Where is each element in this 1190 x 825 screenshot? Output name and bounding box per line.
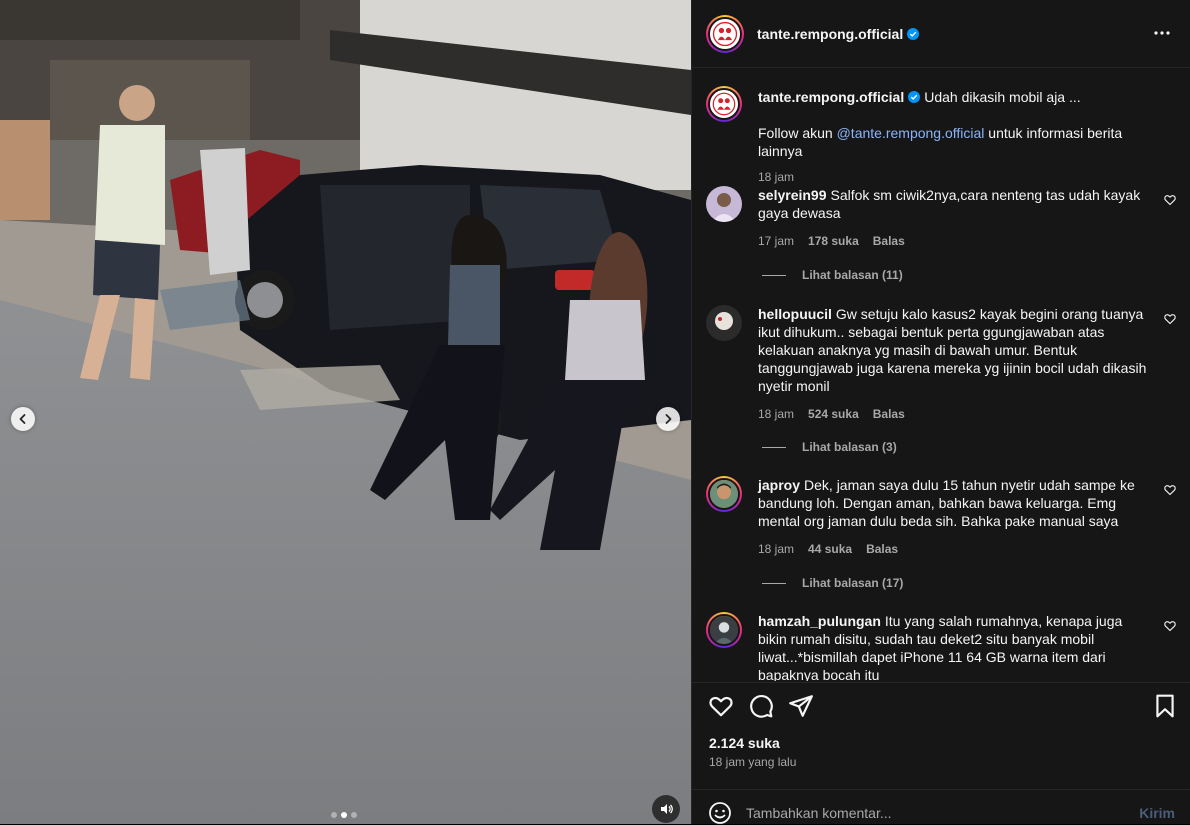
comment-avatar[interactable]: [706, 305, 742, 341]
comment-heart-icon[interactable]: [1164, 620, 1176, 632]
tante-rempong-logo-icon: [710, 19, 740, 48]
comment-reply-button[interactable]: Balas: [873, 405, 905, 423]
view-replies-label[interactable]: Lihat balasan (11): [802, 268, 903, 282]
caption-username[interactable]: tante.rempong.official: [758, 89, 904, 105]
audio-toggle-button[interactable]: [652, 795, 680, 823]
verified-badge-icon: [907, 27, 920, 40]
comment-likes[interactable]: 44 suka: [808, 540, 852, 558]
caption-block: tante.rempong.official Udah dikasih mobi…: [706, 86, 1176, 186]
paper-plane-icon[interactable]: [788, 693, 814, 719]
comments-list[interactable]: tante.rempong.official Udah dikasih mobi…: [692, 70, 1190, 681]
comment-username[interactable]: japroy: [758, 477, 800, 493]
view-replies-button[interactable]: Lihat balasan (17): [762, 576, 903, 590]
post-comment-button[interactable]: Kirim: [1139, 805, 1175, 821]
comment-likes[interactable]: 524 suka: [808, 405, 859, 423]
comment-item: hellopuucil Gw setuju kalo kasus2 kayak b…: [706, 305, 1176, 423]
caption-mention-link[interactable]: @tante.rempong.official: [837, 125, 985, 141]
view-replies-label[interactable]: Lihat balasan (3): [802, 440, 897, 454]
comment-time: 18 jam: [758, 407, 795, 421]
replies-divider: [762, 274, 786, 276]
carousel-dot: [351, 812, 357, 818]
comment-username[interactable]: hellopuucil: [758, 306, 832, 322]
comment-heart-icon[interactable]: [1164, 313, 1176, 325]
carousel-dot: [331, 812, 337, 818]
caption-avatar[interactable]: [706, 86, 742, 122]
user-avatar-icon: [708, 614, 740, 646]
account-handle[interactable]: tante.rempong.official: [757, 26, 920, 42]
verified-badge-icon: [908, 91, 921, 103]
caption-follow-prefix: Follow akun: [758, 125, 837, 141]
carousel-prev-button[interactable]: [11, 407, 35, 431]
chevron-left-icon: [19, 414, 26, 424]
comment-reply-button[interactable]: Balas: [873, 232, 905, 250]
comment-username[interactable]: selyrein99: [758, 187, 827, 203]
user-avatar-icon: [708, 478, 740, 510]
likes-count[interactable]: 2.124 suka: [709, 735, 780, 751]
more-dots-icon: [1154, 31, 1170, 35]
emoji-smile-icon[interactable]: [708, 801, 732, 825]
carousel-next-button[interactable]: [656, 407, 680, 431]
carousel-dots: [331, 812, 357, 818]
comment-item: japroy Dek, jaman saya dulu 15 tahun nyet…: [706, 476, 1176, 558]
replies-divider: [762, 446, 786, 448]
view-replies-label[interactable]: Lihat balasan (17): [802, 576, 903, 590]
comment-avatar[interactable]: [706, 612, 742, 648]
comment-time: 18 jam: [758, 542, 795, 556]
speaker-icon: [661, 804, 673, 814]
more-options-button[interactable]: [1151, 22, 1173, 44]
carousel-dot-active: [341, 812, 347, 818]
view-replies-button[interactable]: Lihat balasan (11): [762, 268, 903, 282]
comment-input[interactable]: [746, 804, 1140, 821]
user-avatar-icon: [706, 186, 742, 222]
bookmark-icon[interactable]: [1152, 693, 1178, 719]
tante-rempong-logo-icon: [710, 90, 738, 118]
video-frame-image: [0, 0, 691, 824]
comment-item: hamzah_pulungan Itu yang salah rumahnya, …: [706, 612, 1176, 681]
caption-time: 18 jam: [758, 170, 795, 184]
instagram-post: tante.rempong.official tante.rempong.off…: [0, 0, 1190, 824]
comment-avatar[interactable]: [706, 186, 742, 222]
post-media: [0, 0, 691, 824]
comment-time: 17 jam: [758, 234, 795, 248]
comment-heart-icon[interactable]: [1164, 194, 1176, 206]
posted-time: 18 jam yang lalu: [709, 755, 797, 769]
post-actions: 2.124 suka 18 jam yang lalu Kirim: [692, 682, 1190, 825]
account-handle-text[interactable]: tante.rempong.official: [757, 26, 903, 42]
comment-reply-button[interactable]: Balas: [866, 540, 898, 558]
comment-item: selyrein99 Salfok sm ciwik2nya,cara nente…: [706, 186, 1176, 250]
post-header: tante.rempong.official: [692, 0, 1190, 68]
caption-text: Udah dikasih mobil aja ...: [924, 89, 1081, 105]
view-replies-button[interactable]: Lihat balasan (3): [762, 440, 897, 454]
chevron-right-icon: [665, 414, 672, 424]
add-comment-bar: Kirim: [692, 789, 1190, 825]
avatar[interactable]: [706, 14, 744, 53]
user-avatar-icon: [706, 305, 742, 341]
replies-divider: [762, 582, 786, 584]
comment-text: Dek, jaman saya dulu 15 tahun nyetir uda…: [758, 477, 1135, 529]
post-side-panel: tante.rempong.official tante.rempong.off…: [691, 0, 1190, 824]
comment-username[interactable]: hamzah_pulungan: [758, 613, 881, 629]
comment-heart-icon[interactable]: [1164, 484, 1176, 496]
comment-bubble-icon[interactable]: [748, 693, 774, 719]
comment-likes[interactable]: 178 suka: [808, 232, 859, 250]
comment-avatar[interactable]: [706, 476, 742, 512]
heart-icon[interactable]: [708, 693, 734, 719]
